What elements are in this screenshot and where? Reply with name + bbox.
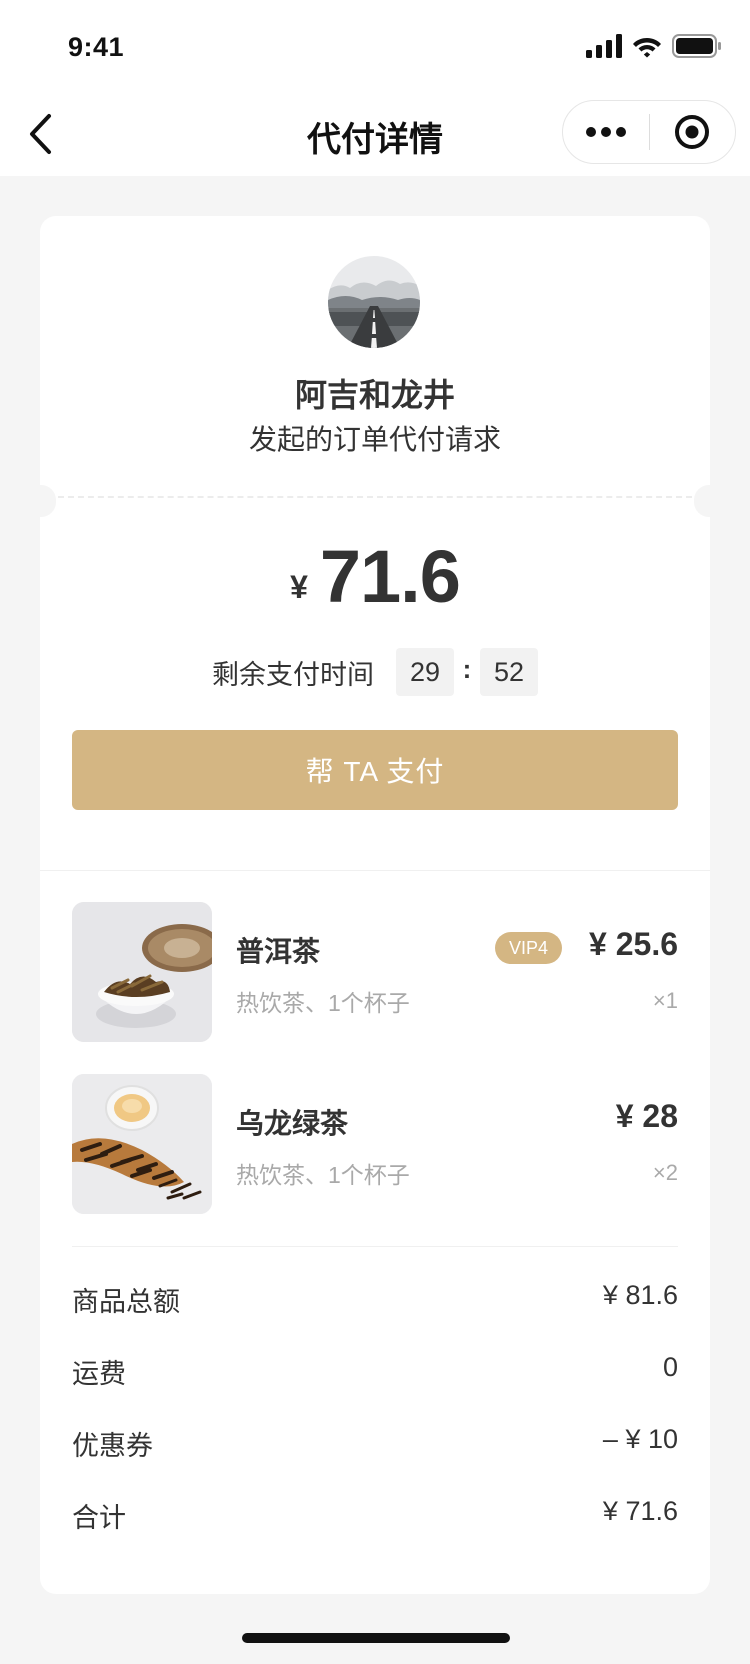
total-row: 合计 ¥ 71.6	[72, 1496, 678, 1536]
wifi-icon	[633, 38, 661, 58]
item-description: 热饮茶、1个杯子	[236, 1162, 410, 1188]
currency-symbol: ¥	[290, 569, 308, 605]
item-price: ¥ 28	[615, 1098, 678, 1134]
item-name: 乌龙绿茶	[236, 1108, 349, 1139]
subtotal-row: 商品总额 ¥ 81.6	[72, 1280, 678, 1320]
item-name: 普洱茶	[236, 936, 321, 967]
more-button[interactable]	[563, 100, 649, 164]
summary-value: ¥ 81.6	[602, 1280, 678, 1310]
section-divider	[40, 870, 710, 871]
summary-label: 商品总额	[72, 1287, 180, 1317]
navigation-bar: 代付详情	[0, 94, 750, 176]
battery-icon	[672, 34, 721, 58]
status-time: 9:41	[68, 32, 125, 62]
shipping-row: 运费 0	[72, 1352, 678, 1392]
dashed-divider	[58, 496, 692, 498]
items-divider	[72, 1246, 678, 1247]
item-description: 热饮茶、1个杯子	[236, 990, 410, 1016]
summary-label: 优惠券	[72, 1431, 153, 1461]
summary-value: – ¥ 10	[602, 1424, 678, 1454]
item-price: ¥ 25.6	[589, 926, 678, 962]
requester-name: 阿吉和龙井	[294, 377, 455, 413]
timer-label: 剩余支付时间	[212, 659, 374, 690]
home-indicator	[242, 1633, 510, 1643]
item-quantity: ×1	[652, 988, 678, 1013]
vip-badge: VIP4	[494, 932, 562, 964]
miniprogram-capsule	[562, 100, 736, 164]
timer-minutes: 29	[396, 648, 454, 696]
payment-card: 阿吉和龙井 发起的订单代付请求 ¥71.6 剩余支付时间 29 : 52 帮 T…	[26, 216, 724, 1594]
close-miniprogram-button[interactable]	[650, 100, 736, 164]
product-image-oolong	[72, 1074, 212, 1214]
more-dots-icon	[585, 127, 626, 137]
target-icon	[675, 115, 710, 149]
timer-seconds: 52	[480, 648, 538, 696]
summary-value: ¥ 71.6	[602, 1496, 678, 1526]
ticket-notch-left	[26, 485, 56, 517]
product-image-puer	[72, 902, 212, 1042]
avatar	[328, 256, 420, 348]
payment-timer: 剩余支付时间 29 : 52	[40, 648, 710, 696]
list-item[interactable]: 乌龙绿茶 热饮茶、1个杯子 ¥ 28 ×2	[72, 1074, 678, 1214]
list-item[interactable]: 普洱茶 热饮茶、1个杯子 VIP4 ¥ 25.6 ×1	[72, 902, 678, 1042]
coupon-row: 优惠券 – ¥ 10	[72, 1424, 678, 1464]
requester-subtitle: 发起的订单代付请求	[248, 424, 501, 455]
item-quantity: ×2	[652, 1160, 678, 1185]
ticket-notch-right	[694, 485, 724, 517]
status-bar: 9:41	[0, 0, 750, 94]
status-icons	[586, 32, 722, 60]
summary-value: 0	[662, 1352, 678, 1382]
amount-value: 71.6	[319, 535, 461, 618]
signal-icon	[586, 34, 622, 58]
summary-label: 运费	[72, 1359, 126, 1389]
summary-label: 合计	[72, 1503, 126, 1533]
payment-amount: ¥71.6	[40, 534, 710, 619]
timer-colon: :	[462, 653, 472, 684]
pay-for-them-button[interactable]: 帮 TA 支付	[72, 730, 678, 810]
